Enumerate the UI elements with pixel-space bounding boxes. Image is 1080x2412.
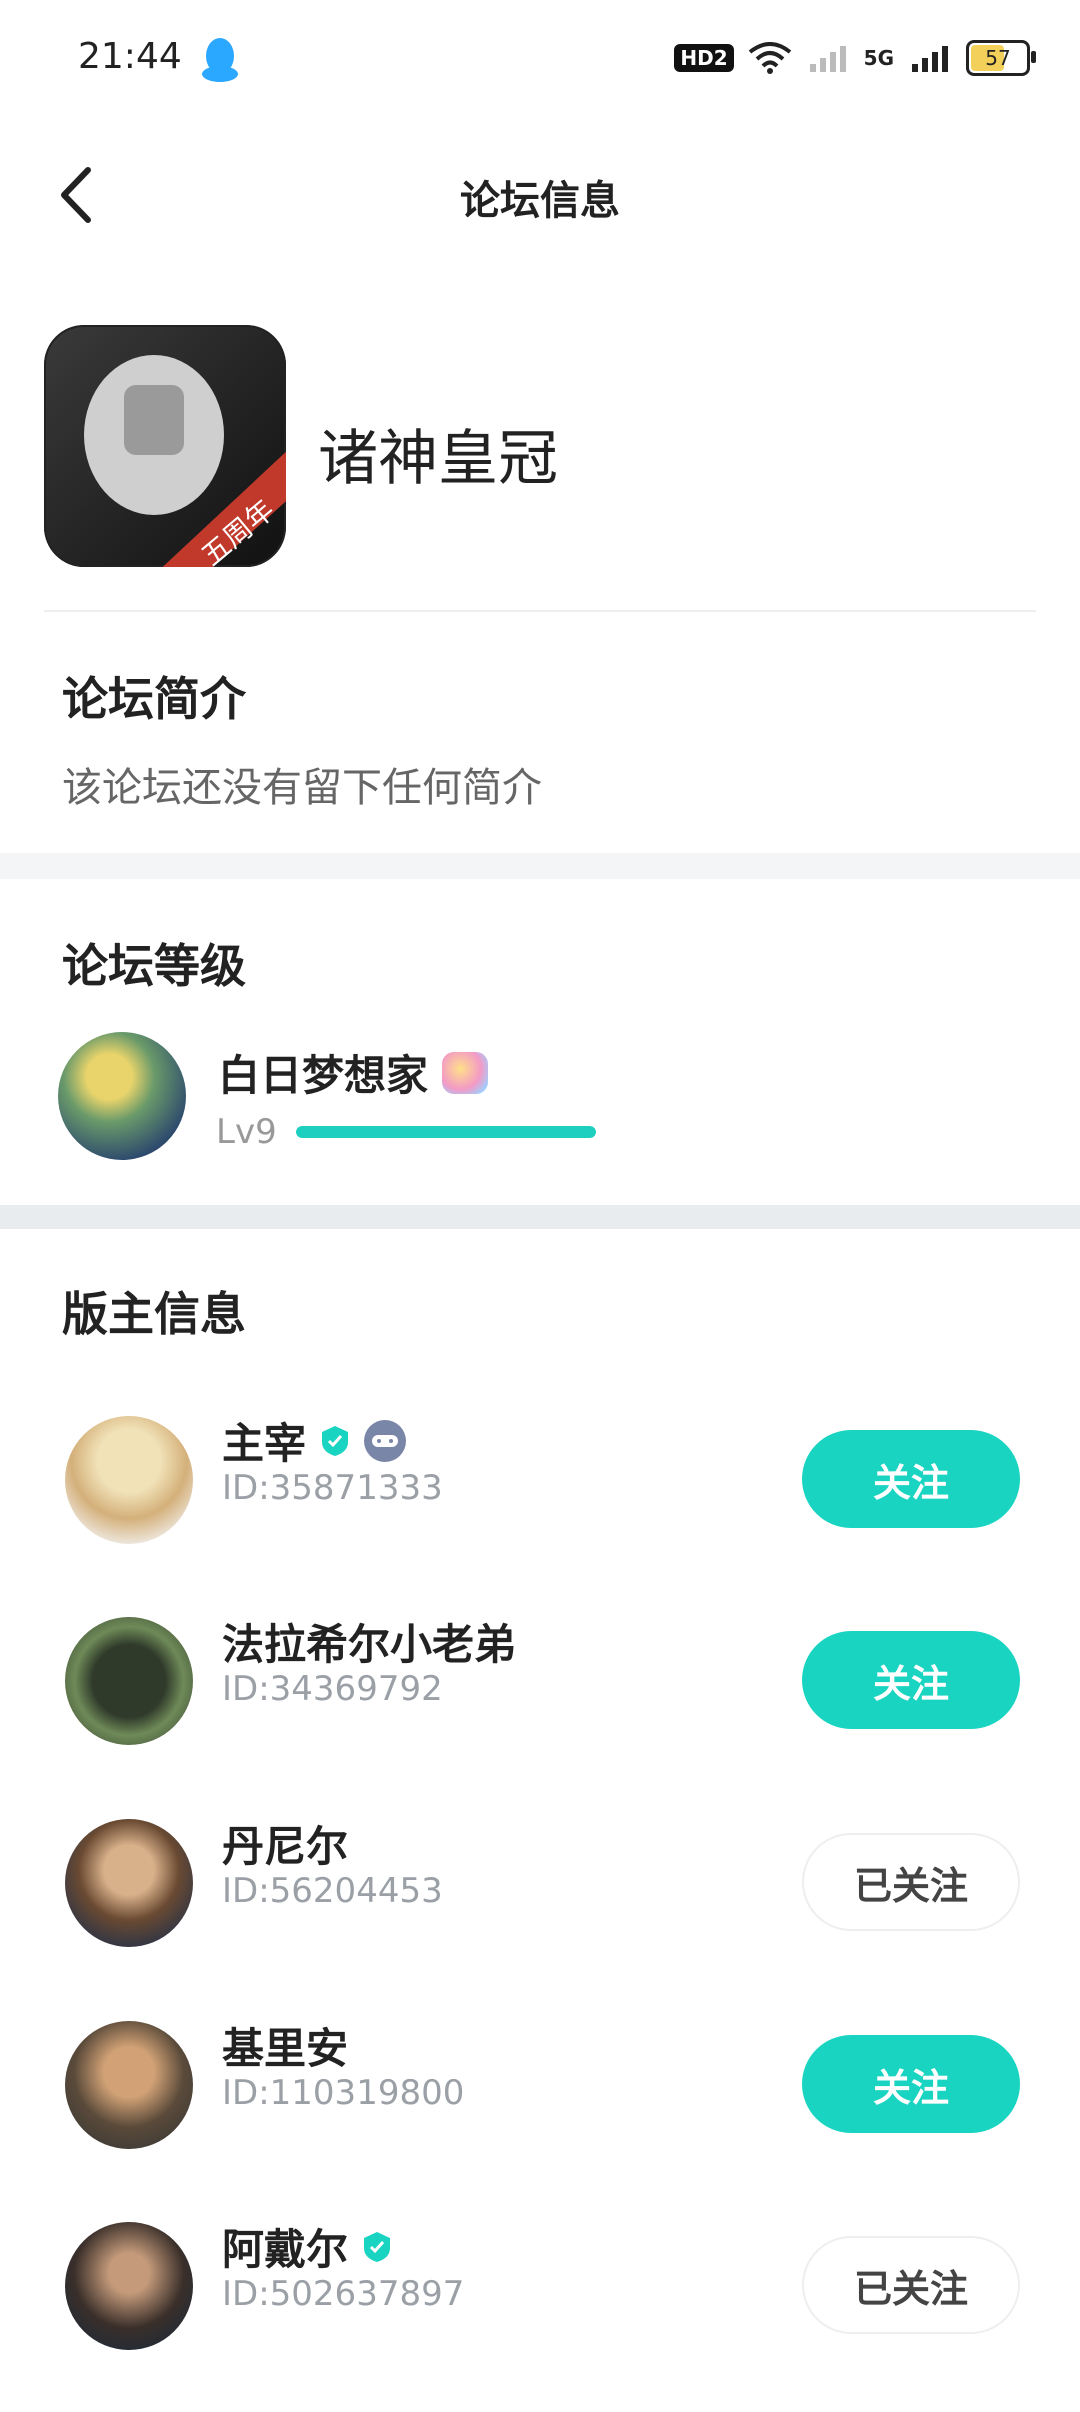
level-avatar [58, 1032, 186, 1160]
level-title: 论坛等级 [62, 939, 246, 993]
following-button[interactable]: 已关注 [802, 2236, 1020, 2334]
moderator-row[interactable]: 基里安 ID:110319800 关注 [0, 2015, 1080, 2155]
moderator-avatar [65, 2222, 193, 2350]
forum-avatar: 五周年 [44, 325, 286, 567]
verified-icon [322, 1425, 349, 1456]
moderator-row[interactable]: 主宰 ID:35871333 关注 [0, 1410, 1080, 1550]
intro-text: 该论坛还没有留下任何简介 [62, 765, 542, 811]
moderator-row[interactable]: 丹尼尔 ID:56204453 已关注 [0, 1813, 1080, 1953]
moderator-avatar [65, 1416, 193, 1544]
moderator-name-row: 法拉希尔小老弟 [222, 1611, 516, 1672]
level-progress-bar [296, 1126, 596, 1138]
moderator-avatar [65, 2021, 193, 2149]
moderator-id: ID:110319800 [222, 2073, 465, 2113]
moderator-row[interactable]: 法拉希尔小老弟 ID:34369792 关注 [0, 1611, 1080, 1751]
intro-title: 论坛简介 [62, 672, 246, 726]
moderator-name-row: 阿戴尔 [222, 2216, 394, 2277]
gamepad-icon [364, 1419, 407, 1462]
level-lv: Lv9 [216, 1112, 277, 1152]
level-progress-fill [296, 1126, 596, 1138]
verified-icon [364, 2231, 391, 2262]
signal-sim1-icon [809, 46, 846, 72]
forum-avatar-art: 五周年 [84, 355, 286, 567]
battery-level: 57 [985, 46, 1011, 70]
level-name-row: 白日梦想家 [218, 1042, 489, 1103]
follow-button[interactable]: 关注 [802, 1631, 1020, 1729]
section-divider [0, 1205, 1080, 1229]
moderator-name: 法拉希尔小老弟 [222, 1620, 517, 1669]
moderator-name: 基里安 [222, 2024, 349, 2073]
moderator-row[interactable]: 阿戴尔 ID:502637897 已关注 [0, 2216, 1080, 2356]
moderator-id: ID:56204453 [222, 1871, 443, 1911]
level-name: 白日梦想家 [218, 1051, 429, 1100]
level-badge-icon [442, 1051, 489, 1094]
moderator-id: ID:34369792 [222, 1669, 443, 1709]
page-title: 论坛信息 [460, 178, 620, 224]
moderators-title: 版主信息 [62, 1287, 246, 1341]
moderator-name-row: 丹尼尔 [222, 1813, 348, 1874]
moderator-name-row: 基里安 [222, 2015, 348, 2076]
wifi-icon [748, 42, 791, 74]
hd-badge: HD2 [674, 44, 734, 72]
divider [44, 610, 1036, 612]
battery-icon: 57 [966, 40, 1036, 76]
moderator-avatar [65, 1819, 193, 1947]
moderator-name: 阿戴尔 [222, 2225, 349, 2274]
following-button[interactable]: 已关注 [802, 1833, 1020, 1931]
moderator-name-row: 主宰 [222, 1410, 407, 1471]
status-time: 21:44 [78, 36, 182, 77]
signal-sim2-icon [912, 46, 948, 72]
follow-button[interactable]: 关注 [802, 2035, 1020, 2133]
moderator-id: ID:35871333 [222, 1468, 443, 1508]
forum-name: 诸神皇冠 [318, 424, 558, 494]
moderator-name: 丹尼尔 [222, 1822, 349, 1871]
follow-button[interactable]: 关注 [802, 1430, 1020, 1528]
qq-notification-icon [202, 38, 238, 82]
moderator-name: 主宰 [222, 1419, 307, 1468]
status-icons: HD2 5G 57 [674, 40, 1036, 76]
moderator-id: ID:502637897 [222, 2274, 465, 2314]
network-type: 5G [863, 46, 894, 70]
section-divider [0, 853, 1080, 879]
moderator-avatar [65, 1617, 193, 1745]
